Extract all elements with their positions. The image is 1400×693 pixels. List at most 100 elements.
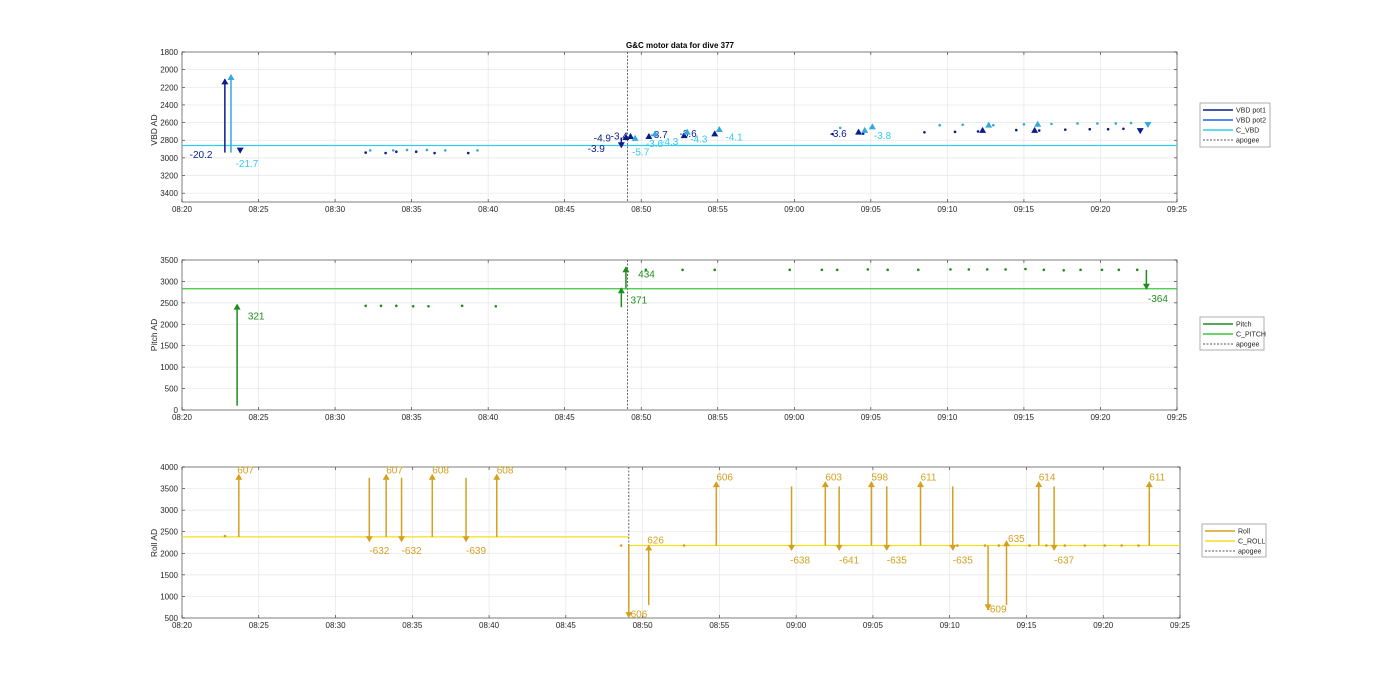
roll-move-label: -606 (627, 610, 647, 621)
vbd-pot1-point (433, 151, 436, 155)
vbd-xtick-label: 09:05 (861, 205, 882, 214)
roll-point (1120, 544, 1123, 547)
vbd-ylabel: VBD AD (149, 114, 159, 145)
vbd-pot2-point (1022, 123, 1026, 126)
pitch-point (460, 304, 464, 308)
pitch-panel: Pitch AD 08:20 08:25 08:30 08:35 08:40 08:45 0… (149, 256, 1188, 422)
roll-move-label: 603 (825, 472, 842, 483)
roll-move-label: -641 (839, 556, 859, 567)
legend-label-roll: Roll (1238, 529, 1251, 536)
vbd-move-label: -3.4 (611, 132, 629, 143)
pitch-point (494, 304, 498, 308)
pitch-xtick-label: 08:50 (631, 413, 652, 422)
roll-point (956, 544, 959, 547)
roll-move-label: 608 (497, 465, 514, 476)
roll-point (619, 544, 623, 547)
vbd-pot1-point (953, 130, 957, 134)
vbd-xtick-label: 09:20 (1090, 205, 1111, 214)
pitch-point (713, 268, 717, 272)
vbd-legend: VBD pot1 VBD pot2 C_VBD apogee (1199, 102, 1271, 148)
vbd-move-label: -4.3 (690, 134, 708, 145)
vbd-pot2-point (961, 123, 964, 127)
pitch-point (788, 268, 792, 272)
vbd-pot1-point (395, 150, 398, 154)
roll-xtick-label: 08:40 (479, 621, 500, 630)
roll-move-label: -632 (402, 546, 422, 557)
vbd-xtick-label: 08:45 (555, 205, 576, 214)
vbd-panel: VBD AD 08:20 08:25 08:30 08:35 08:40 08:45 08:… (149, 48, 1188, 214)
roll-ylabel: Roll AD (149, 529, 159, 557)
roll-point (983, 544, 987, 547)
pitch-xtick-label: 08:40 (478, 413, 499, 422)
roll-point (1137, 544, 1140, 547)
roll-move-label: 614 (1039, 472, 1056, 483)
vbd-pot1-point (1088, 127, 1092, 131)
roll-move-label: -639 (466, 546, 486, 557)
pitch-move-label: 321 (248, 312, 265, 323)
pitch-point (985, 268, 989, 271)
vbd-pot2-point (405, 148, 409, 152)
pitch-point (1062, 268, 1066, 272)
vbd-ytick-label: 3400 (160, 189, 178, 198)
roll-move-label: -637 (1054, 556, 1074, 567)
roll-panel: Roll AD 08:20 08:25 08:30 08:35 08:40 08:45 08… (149, 463, 1191, 630)
vbd-xtick-label: 09:10 (937, 205, 958, 214)
vbd-xtick-label: 08:25 (249, 205, 270, 214)
roll-point (997, 544, 1001, 547)
pitch-point (1100, 268, 1104, 272)
roll-ytick-label: 2500 (160, 528, 178, 537)
pitch-xtick-label: 09:10 (937, 413, 958, 422)
vbd-xtick-label: 08:30 (325, 205, 346, 214)
vbd-ytick-label: 2000 (160, 66, 178, 75)
figure: G&C motor data for dive 377 VBD AD 08:20… (149, 41, 1271, 630)
pitch-point (411, 304, 415, 308)
vbd-pot2-point (1050, 122, 1053, 126)
vbd-ytick-label: 3200 (160, 172, 178, 181)
pitch-ytick-label: 2000 (160, 320, 178, 329)
vbd-move-label: -4.3 (661, 137, 679, 148)
vbd-xtick-label: 08:35 (402, 205, 423, 214)
pitch-ytick-label: 500 (165, 385, 179, 394)
figure-title: G&C motor data for dive 377 (626, 41, 735, 50)
vbd-pot1-point (1122, 127, 1125, 131)
roll-point (1028, 544, 1031, 547)
roll-xtick-label: 08:25 (249, 621, 270, 630)
pitch-legend: Pitch C_PITCH apogee (1199, 316, 1266, 351)
pitch-xtick-label: 08:35 (402, 413, 423, 422)
vbd-move-label: -3.9 (588, 144, 606, 155)
pitch-xtick-label: 08:30 (325, 413, 346, 422)
vbd-ytick-label: 1800 (160, 48, 178, 57)
vbd-pot1-point (384, 151, 387, 155)
vbd-pot2-point (476, 149, 479, 152)
legend-label-c-roll: C_ROLL (1238, 539, 1265, 546)
legend-label-c-vbd: C_VBD (1236, 128, 1259, 135)
pitch-move-label: 371 (631, 296, 648, 307)
legend-label-pitch: Pitch (1236, 322, 1252, 329)
pitch-point (1079, 268, 1082, 272)
vbd-move-label: -20.2 (190, 150, 213, 161)
roll-axes (181, 466, 1181, 619)
roll-xtick-label: 08:55 (709, 621, 730, 630)
roll-move-label: 598 (871, 472, 888, 483)
vbd-xtick-label: 09:25 (1167, 205, 1188, 214)
pitch-axes (181, 259, 1178, 411)
pitch-ytick-label: 3500 (160, 256, 178, 265)
roll-move-label: 606 (716, 472, 733, 483)
pitch-ytick-label: 1000 (160, 363, 178, 372)
pitch-ytick-label: 0 (174, 406, 179, 415)
vbd-pot1-point (466, 151, 470, 155)
vbd-pot1-point (364, 151, 367, 154)
vbd-xtick-label: 08:50 (631, 205, 652, 214)
vbd-pot1-point (414, 150, 418, 154)
roll-ytick-label: 2000 (160, 549, 178, 558)
roll-move-label: 608 (432, 465, 449, 476)
legend-label-vbd-pot2: VBD pot2 (1236, 118, 1266, 125)
pitch-point (1042, 268, 1046, 272)
vbd-move-label: -3.6 (830, 129, 848, 140)
vbd-pot2-point (1076, 122, 1079, 125)
roll-xtick-label: 09:00 (786, 621, 807, 630)
roll-move-label: -632 (369, 546, 389, 557)
roll-point (1103, 544, 1107, 547)
pitch-point (379, 304, 383, 308)
roll-move-label: 626 (647, 535, 664, 546)
